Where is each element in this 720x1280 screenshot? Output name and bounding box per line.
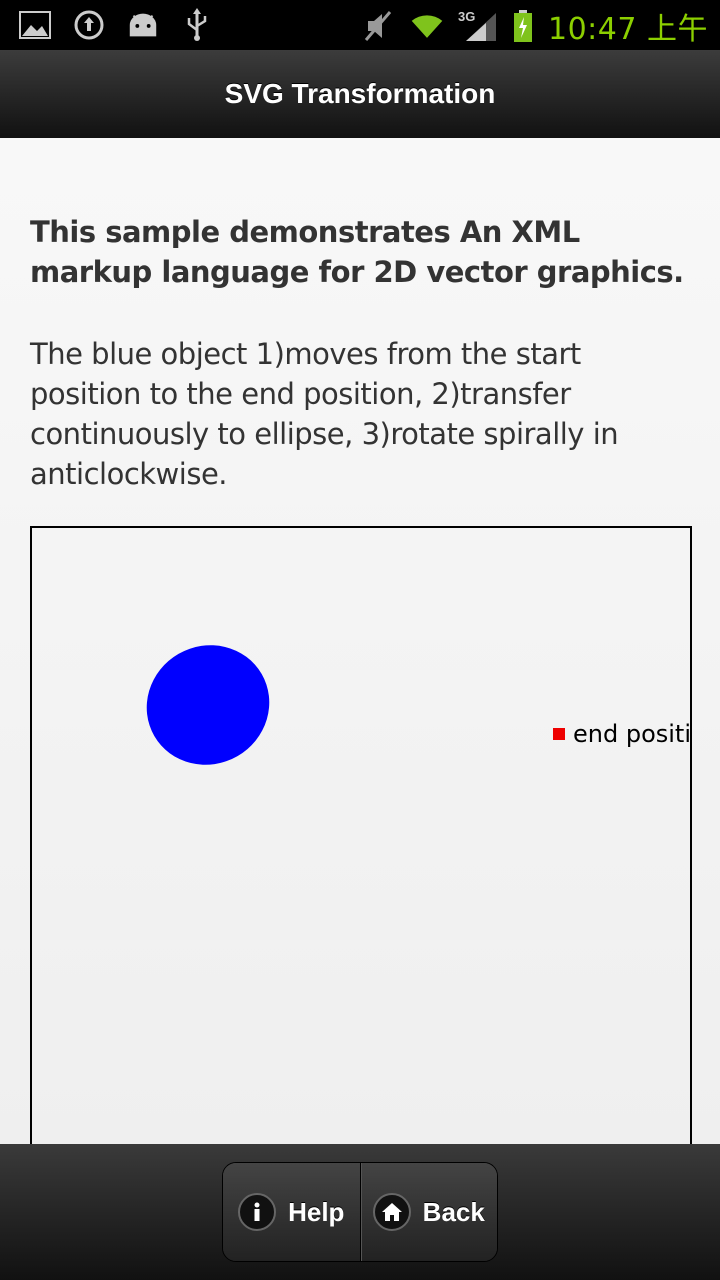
footer-button-group: Help Back <box>222 1162 498 1262</box>
android-icon <box>126 8 160 42</box>
back-button[interactable]: Back <box>359 1163 497 1261</box>
system-indicators: 3G 10:47 上午 <box>362 4 708 48</box>
home-icon <box>372 1193 411 1231</box>
mute-icon <box>362 9 396 43</box>
end-position-label: end position <box>573 720 692 748</box>
back-button-label: Back <box>422 1196 485 1227</box>
status-bar: 3G 10:47 上午 <box>0 0 720 50</box>
wifi-icon <box>410 9 444 43</box>
info-icon <box>238 1193 277 1231</box>
main-content[interactable]: This sample demonstrates An XML markup l… <box>0 138 720 1156</box>
status-clock: 10:47 上午 <box>548 12 708 47</box>
notification-icons <box>18 8 214 42</box>
description-text: The blue object 1)moves from the start p… <box>30 337 619 491</box>
image-icon <box>18 8 52 42</box>
svg-canvas: end position <box>30 526 692 1156</box>
footer-toolbar: Help Back <box>0 1144 720 1280</box>
blue-animated-object <box>146 645 270 765</box>
svg-drawing: end position <box>146 645 692 765</box>
usb-icon <box>180 8 214 42</box>
signal-3g-icon: 3G <box>458 9 498 43</box>
intro-text: This sample demonstrates An XML markup l… <box>30 215 684 289</box>
sync-icon <box>72 8 106 42</box>
end-position-marker <box>553 728 565 740</box>
page-title: SVG Transformation <box>224 78 496 109</box>
help-button[interactable]: Help <box>223 1163 360 1261</box>
battery-icon <box>512 9 534 43</box>
app-header: SVG Transformation <box>0 50 720 140</box>
network-type-label: 3G <box>458 9 476 24</box>
help-button-label: Help <box>288 1196 345 1227</box>
